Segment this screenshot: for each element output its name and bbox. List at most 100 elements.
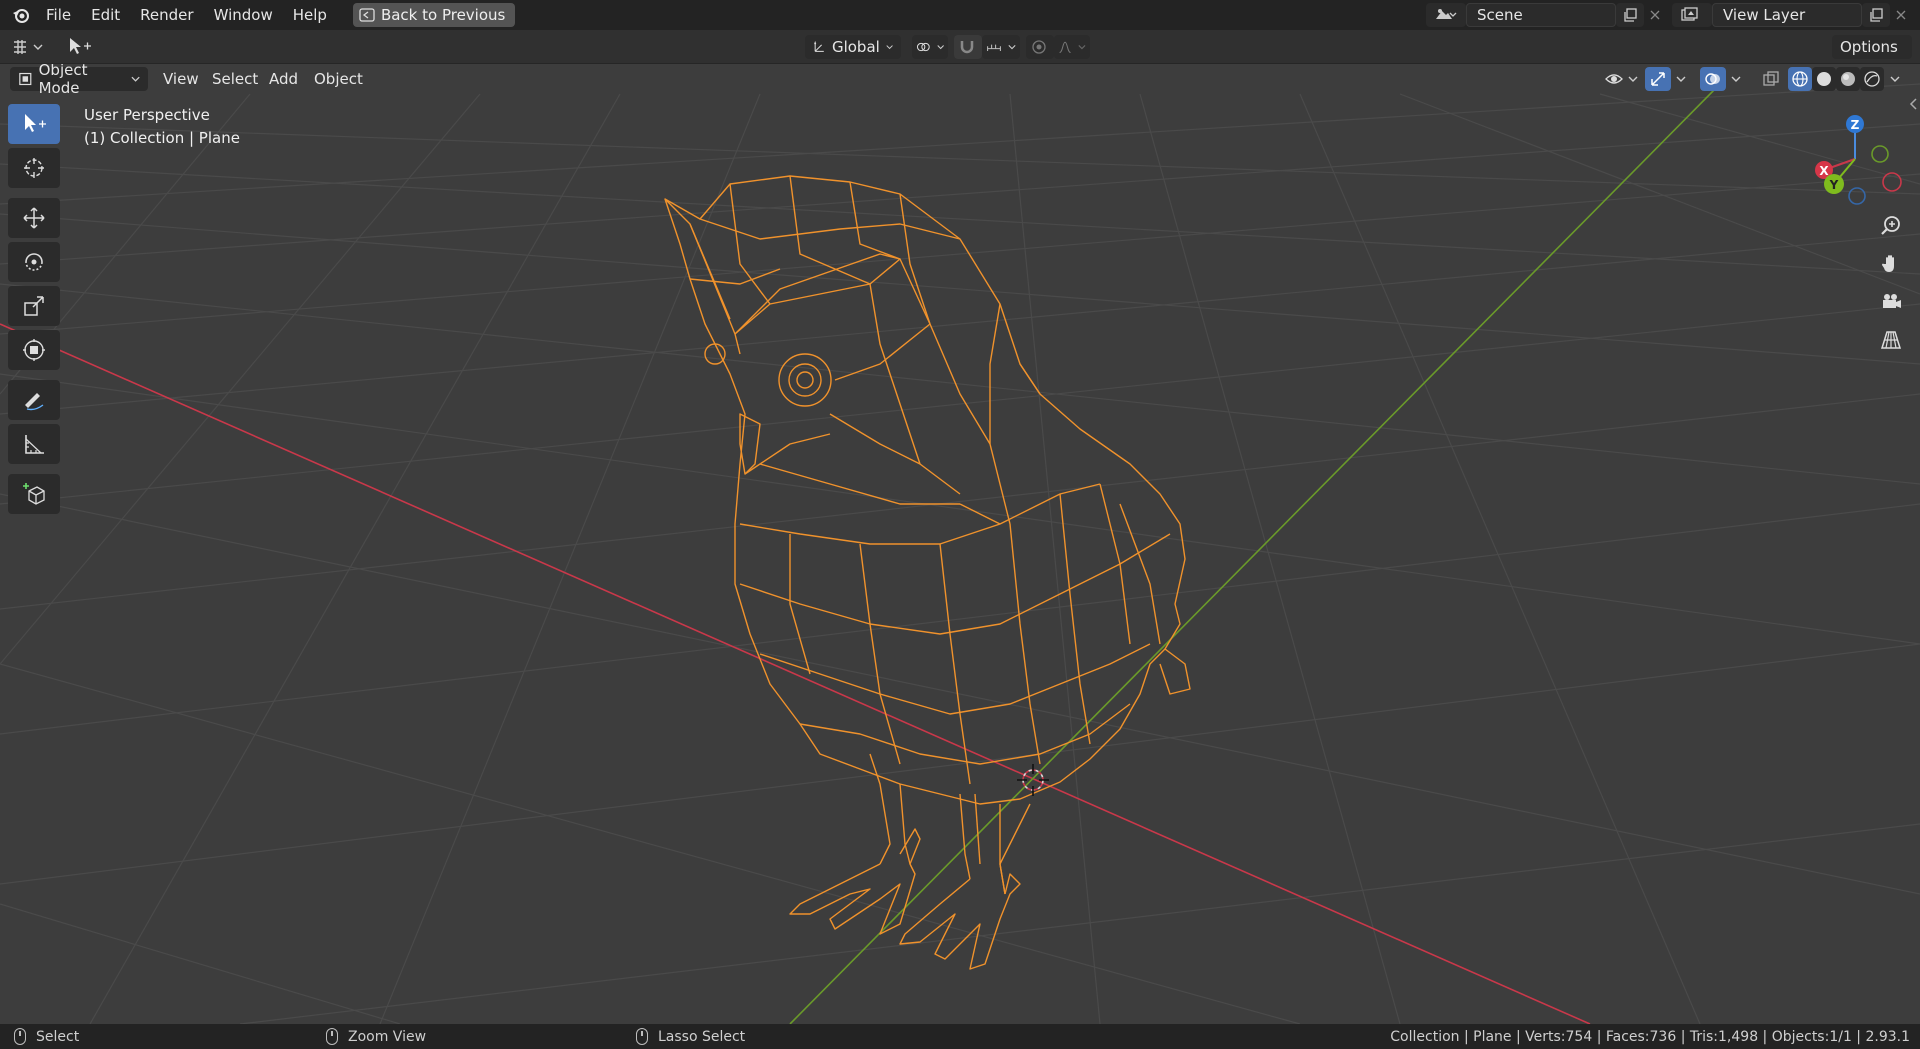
grid-perspective-icon (1880, 331, 1902, 349)
3d-cursor-icon (24, 158, 44, 178)
menu-file[interactable]: File (36, 0, 81, 30)
new-scene-button[interactable] (1616, 3, 1644, 27)
chevron-left-icon (1909, 98, 1917, 110)
shading-material-button[interactable] (1836, 67, 1860, 91)
x-axis-line (0, 323, 1591, 1024)
editor-type-button[interactable] (10, 35, 48, 59)
view-layer-icon (1681, 7, 1698, 21)
viewport-menu-view[interactable]: View (155, 67, 207, 91)
duplicate-icon (1870, 8, 1883, 22)
chevron-down-icon (937, 45, 944, 50)
scene-statistics: Collection | Plane | Verts:754 | Faces:7… (1390, 1028, 1910, 1045)
back-to-previous-label: Back to Previous (380, 6, 506, 24)
add-cube-tool[interactable] (8, 474, 60, 514)
measure-tool[interactable] (8, 424, 60, 464)
3d-cursor (1017, 764, 1049, 796)
back-to-previous-button[interactable]: Back to Previous (352, 3, 516, 27)
close-icon (1896, 10, 1906, 20)
chevron-down-icon (886, 45, 893, 50)
gizmo-y-label: Y (1829, 178, 1839, 192)
sidebar-toggle-arrow[interactable] (1906, 94, 1920, 114)
pivot-point-dropdown[interactable] (912, 35, 948, 59)
object-mode-label: Object Mode (38, 64, 88, 97)
transform-orientation-dropdown[interactable]: Global (805, 35, 901, 59)
status-lasso-hint: Lasso Select (636, 1024, 745, 1049)
zoom-view-button[interactable] (1874, 209, 1908, 243)
view-layer-name-field[interactable]: View Layer (1712, 3, 1862, 27)
pan-view-button[interactable] (1874, 247, 1908, 281)
scene-name-field[interactable]: Scene (1466, 3, 1616, 27)
rendered-sphere-icon (1864, 71, 1880, 87)
magnet-icon (960, 41, 974, 54)
transform-tool[interactable] (8, 330, 60, 370)
snap-toggle[interactable] (954, 35, 982, 59)
visibility-dropdown[interactable] (1600, 67, 1642, 91)
move-tool[interactable] (8, 198, 60, 238)
select-box-tool[interactable] (8, 104, 60, 144)
overlays-toggle[interactable] (1700, 67, 1726, 91)
gizmo-dropdown[interactable] (1672, 67, 1690, 91)
scene-browse-button[interactable] (1426, 3, 1466, 27)
viewport-menu-add[interactable]: Add (261, 67, 306, 91)
shading-wireframe-button[interactable] (1788, 67, 1812, 91)
cursor-tool[interactable] (8, 148, 60, 188)
snap-target-dropdown[interactable] (982, 35, 1020, 59)
options-label: Options (1840, 38, 1898, 56)
menu-edit[interactable]: Edit (81, 0, 130, 30)
viewport-header: Object Mode View Select Add Object (0, 64, 1920, 97)
rotate-tool[interactable] (8, 242, 60, 282)
shading-solid-button[interactable] (1812, 67, 1836, 91)
delete-scene-button[interactable] (1644, 3, 1666, 27)
eye-icon (1605, 74, 1623, 84)
wireframe-sphere-icon (1792, 71, 1808, 87)
snap-increment-icon (987, 44, 1001, 51)
material-sphere-icon (1841, 72, 1855, 86)
gizmo-x-label: X (1819, 164, 1829, 178)
overlays-dropdown[interactable] (1727, 67, 1745, 91)
solid-sphere-icon (1817, 72, 1831, 86)
3d-viewport[interactable]: Object Mode View Select Add Object User … (0, 64, 1920, 1024)
gizmo-z-label: Z (1851, 118, 1860, 132)
select-tool-button[interactable] (66, 35, 92, 59)
chevron-down-icon (1078, 45, 1086, 50)
active-collection-label: (1) Collection | Plane (84, 129, 240, 147)
negative-z-handle (1848, 187, 1866, 205)
xray-toggle[interactable] (1758, 67, 1784, 91)
new-view-layer-button[interactable] (1862, 3, 1890, 27)
shading-rendered-button[interactable] (1860, 67, 1884, 91)
chevron-down-icon (1890, 76, 1900, 82)
status-bar: Select Zoom View Lasso Select Collection… (0, 1024, 1920, 1049)
proportional-falloff-dropdown[interactable] (1054, 35, 1090, 59)
gizmo-icon (1651, 72, 1665, 86)
annotate-tool[interactable] (8, 380, 60, 420)
top-menu-bar: File Edit Render Window Help Back to Pre… (0, 0, 1920, 30)
proportional-icon (1032, 40, 1046, 54)
menu-window[interactable]: Window (204, 0, 283, 30)
viewport-menu-object[interactable]: Object (306, 67, 371, 91)
scale-tool[interactable] (8, 286, 60, 326)
view-layer-selector: View Layer (1672, 3, 1912, 27)
proportional-editing-toggle[interactable] (1026, 35, 1054, 59)
camera-view-button[interactable] (1874, 285, 1908, 319)
view-layer-browse-button[interactable] (1672, 3, 1712, 27)
gizmo-toggle[interactable] (1645, 67, 1671, 91)
navigation-gizmo[interactable]: Z X Y (1800, 104, 1910, 214)
shading-dropdown[interactable] (1886, 67, 1904, 91)
negative-x-handle (1882, 172, 1902, 192)
status-zoom-label: Zoom View (348, 1028, 427, 1045)
perspective-toggle-button[interactable] (1874, 323, 1908, 357)
ruler-icon (25, 435, 44, 454)
mouse-right-icon (636, 1028, 648, 1045)
viewport-menu-select[interactable]: Select (204, 67, 266, 91)
move-icon (23, 207, 45, 229)
duplicate-icon (1624, 8, 1637, 22)
delete-view-layer-button[interactable] (1890, 3, 1912, 27)
pivot-icon (916, 42, 930, 52)
menu-render[interactable]: Render (130, 0, 203, 30)
blender-logo-icon[interactable] (6, 0, 36, 30)
menu-help[interactable]: Help (283, 0, 337, 30)
options-dropdown[interactable]: Options (1832, 35, 1912, 59)
orientation-icon (814, 40, 824, 52)
object-mode-dropdown[interactable]: Object Mode (10, 64, 148, 97)
cursor-icon (70, 38, 91, 54)
